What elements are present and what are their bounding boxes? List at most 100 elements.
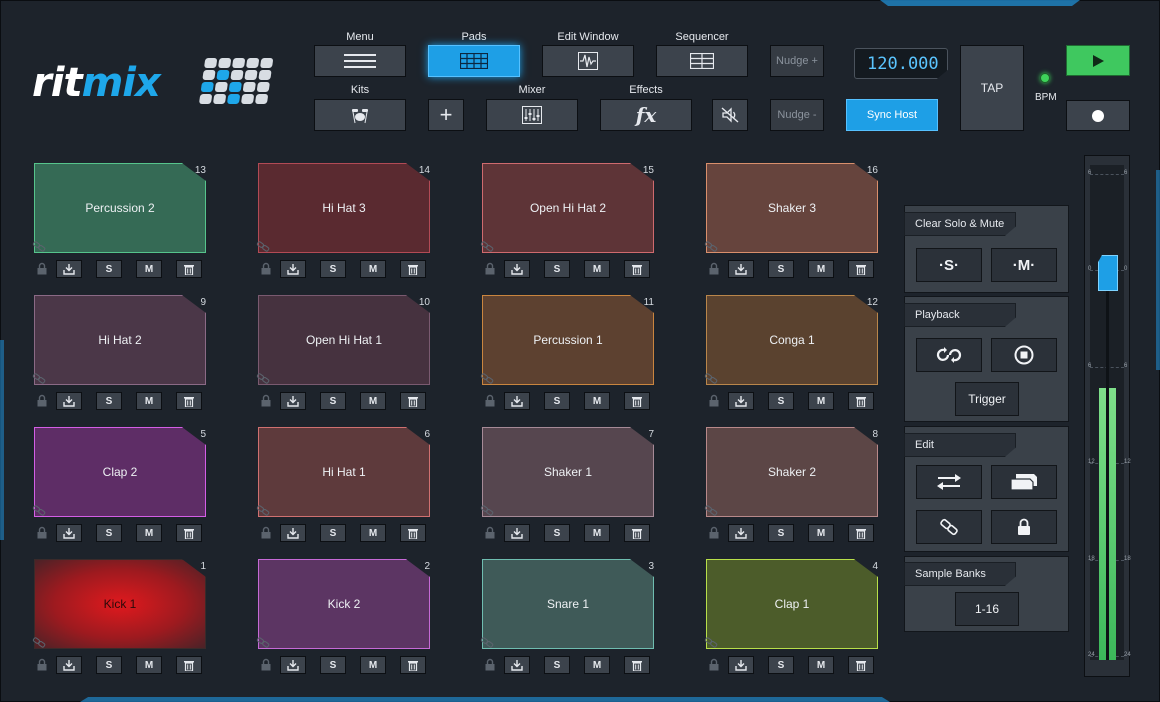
- pads-button[interactable]: [428, 45, 520, 77]
- sync-host-button[interactable]: Sync Host: [846, 99, 938, 131]
- trigger-button[interactable]: Trigger: [955, 382, 1019, 416]
- pad-solo-button[interactable]: S: [544, 392, 570, 410]
- pad-mute-button[interactable]: M: [584, 260, 610, 278]
- pad-load-button[interactable]: [280, 524, 306, 542]
- kits-button[interactable]: [314, 99, 406, 131]
- pad-lock-icon[interactable]: [37, 526, 49, 540]
- pad-6[interactable]: Hi Hat 1: [258, 427, 430, 517]
- pad-delete-button[interactable]: [848, 260, 874, 278]
- pad-solo-button[interactable]: S: [96, 656, 122, 674]
- pad-solo-button[interactable]: S: [320, 260, 346, 278]
- play-button[interactable]: [1066, 45, 1130, 76]
- pad-mute-button[interactable]: M: [808, 656, 834, 674]
- pad-mute-button[interactable]: M: [584, 524, 610, 542]
- loop-button[interactable]: [916, 338, 982, 372]
- pad-mute-button[interactable]: M: [136, 656, 162, 674]
- pad-solo-button[interactable]: S: [96, 260, 122, 278]
- pad-delete-button[interactable]: [400, 392, 426, 410]
- pad-delete-button[interactable]: [400, 524, 426, 542]
- nudge-minus-button[interactable]: Nudge -: [770, 99, 824, 131]
- pad-mute-button[interactable]: M: [584, 392, 610, 410]
- pad-1[interactable]: Kick 1: [34, 559, 206, 649]
- sample-bank-selector[interactable]: 1-16: [955, 592, 1019, 626]
- add-button[interactable]: +: [428, 99, 464, 131]
- pad-delete-button[interactable]: [400, 656, 426, 674]
- pad-delete-button[interactable]: [176, 392, 202, 410]
- pad-load-button[interactable]: [56, 524, 82, 542]
- pad-mute-button[interactable]: M: [360, 656, 386, 674]
- link-button[interactable]: [916, 510, 982, 544]
- pad-load-button[interactable]: [504, 260, 530, 278]
- pad-lock-icon[interactable]: [485, 262, 497, 276]
- pad-lock-icon[interactable]: [261, 394, 273, 408]
- pad-delete-button[interactable]: [176, 260, 202, 278]
- pad-solo-button[interactable]: S: [544, 524, 570, 542]
- pad-mute-button[interactable]: M: [584, 656, 610, 674]
- pad-5[interactable]: Clap 2: [34, 427, 206, 517]
- pad-solo-button[interactable]: S: [768, 524, 794, 542]
- pad-13[interactable]: Percussion 2: [34, 163, 206, 253]
- pad-delete-button[interactable]: [848, 656, 874, 674]
- pad-lock-icon[interactable]: [709, 394, 721, 408]
- pad-mute-button[interactable]: M: [808, 392, 834, 410]
- pad-solo-button[interactable]: S: [768, 260, 794, 278]
- pad-lock-icon[interactable]: [261, 658, 273, 672]
- pad-delete-button[interactable]: [176, 656, 202, 674]
- pad-lock-icon[interactable]: [261, 262, 273, 276]
- pad-load-button[interactable]: [728, 656, 754, 674]
- pad-mute-button[interactable]: M: [136, 392, 162, 410]
- pad-lock-icon[interactable]: [261, 526, 273, 540]
- pad-10[interactable]: Open Hi Hat 1: [258, 295, 430, 385]
- pad-solo-button[interactable]: S: [320, 392, 346, 410]
- pad-2[interactable]: Kick 2: [258, 559, 430, 649]
- mute-metronome-button[interactable]: [712, 99, 748, 131]
- copy-button[interactable]: [991, 465, 1057, 499]
- record-button[interactable]: [1066, 100, 1130, 131]
- pad-solo-button[interactable]: S: [768, 392, 794, 410]
- pad-load-button[interactable]: [56, 392, 82, 410]
- clear-mute-button[interactable]: ·M·: [991, 248, 1057, 282]
- pad-delete-button[interactable]: [400, 260, 426, 278]
- pad-15[interactable]: Open Hi Hat 2: [482, 163, 654, 253]
- pad-lock-icon[interactable]: [709, 262, 721, 276]
- pad-9[interactable]: Hi Hat 2: [34, 295, 206, 385]
- pad-delete-button[interactable]: [624, 656, 650, 674]
- clear-solo-button[interactable]: ·S·: [916, 248, 982, 282]
- pad-solo-button[interactable]: S: [768, 656, 794, 674]
- pad-mute-button[interactable]: M: [136, 524, 162, 542]
- pad-delete-button[interactable]: [624, 524, 650, 542]
- pad-7[interactable]: Shaker 1: [482, 427, 654, 517]
- pad-mute-button[interactable]: M: [136, 260, 162, 278]
- pad-3[interactable]: Snare 1: [482, 559, 654, 649]
- pad-mute-button[interactable]: M: [360, 524, 386, 542]
- pad-load-button[interactable]: [504, 392, 530, 410]
- bpm-display[interactable]: 120.000: [854, 48, 948, 79]
- swap-button[interactable]: [916, 465, 982, 499]
- pad-mute-button[interactable]: M: [808, 260, 834, 278]
- pad-solo-button[interactable]: S: [320, 524, 346, 542]
- volume-fader-handle[interactable]: [1098, 255, 1118, 291]
- pad-lock-icon[interactable]: [485, 526, 497, 540]
- pad-load-button[interactable]: [280, 656, 306, 674]
- pad-delete-button[interactable]: [848, 392, 874, 410]
- pad-solo-button[interactable]: S: [320, 656, 346, 674]
- effects-button[interactable]: fx: [600, 99, 692, 131]
- pad-load-button[interactable]: [56, 260, 82, 278]
- pad-mute-button[interactable]: M: [360, 392, 386, 410]
- pad-solo-button[interactable]: S: [96, 524, 122, 542]
- pad-16[interactable]: Shaker 3: [706, 163, 878, 253]
- pad-mute-button[interactable]: M: [808, 524, 834, 542]
- pad-14[interactable]: Hi Hat 3: [258, 163, 430, 253]
- pad-lock-icon[interactable]: [37, 394, 49, 408]
- pad-4[interactable]: Clap 1: [706, 559, 878, 649]
- edit-window-button[interactable]: [542, 45, 634, 77]
- nudge-plus-button[interactable]: Nudge +: [770, 45, 824, 77]
- pad-mute-button[interactable]: M: [360, 260, 386, 278]
- pad-load-button[interactable]: [728, 524, 754, 542]
- pad-lock-icon[interactable]: [485, 658, 497, 672]
- mixer-button[interactable]: [486, 99, 578, 131]
- pad-lock-icon[interactable]: [37, 658, 49, 672]
- pad-lock-icon[interactable]: [485, 394, 497, 408]
- pad-delete-button[interactable]: [624, 392, 650, 410]
- pad-solo-button[interactable]: S: [544, 260, 570, 278]
